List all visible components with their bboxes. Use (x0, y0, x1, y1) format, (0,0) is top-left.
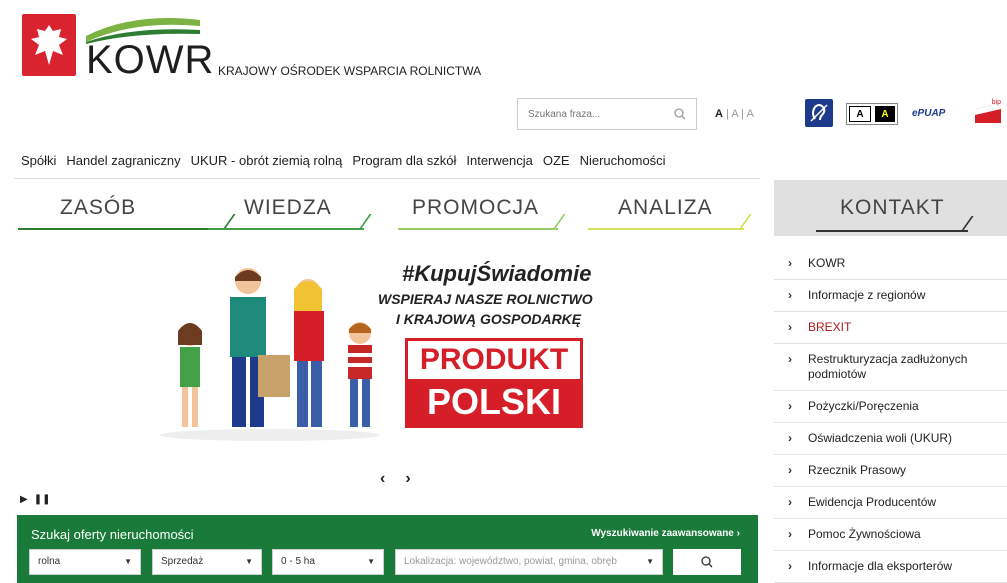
banner-line1: WSPIERAJ NASZE ROLNICTWO (378, 291, 593, 307)
contact-links-list: › KOWR › Informacje z regionów › BREXIT › Re… (774, 248, 1007, 583)
nav-interwencja[interactable]: Interwencja (466, 153, 532, 168)
sidebar-link[interactable]: › Informacje dla eksporterów (774, 551, 1007, 583)
chevron-right-icon: › (788, 352, 792, 366)
location-placeholder: Lokalizacja: województwo, powiat, gmina,… (404, 556, 617, 567)
chevron-right-icon: › (788, 320, 792, 334)
nav-handel-zagraniczny[interactable]: Handel zagraniczny (66, 153, 180, 168)
eagle-icon (31, 25, 67, 65)
tab-underline (208, 228, 364, 230)
nav-program-dla-szkol[interactable]: Program dla szkół (352, 153, 456, 168)
pause-icon[interactable]: ❚❚ (34, 494, 51, 505)
bip-label: bip (991, 99, 1001, 106)
chevron-down-icon: ▼ (124, 557, 132, 566)
tab-slash (738, 214, 752, 230)
font-size-large[interactable]: A (746, 108, 753, 120)
badge-bottom: POLSKI (408, 379, 580, 425)
chevron-down-icon: ▼ (367, 557, 375, 566)
chevron-right-icon: › (788, 399, 792, 413)
org-name: KRAJOWY OŚRODEK WSPARCIA ROLNICTWA (218, 64, 482, 78)
sidebar-link-highlighted[interactable]: › BREXIT (774, 312, 1007, 344)
top-navigation: Spółki Handel zagraniczny UKUR - obrót z… (21, 153, 666, 168)
search-icon[interactable] (674, 107, 686, 125)
nav-spolki[interactable]: Spółki (21, 153, 56, 168)
tab-analiza-label: ANALIZA (618, 196, 713, 219)
kontakt-underline (816, 230, 968, 232)
chevron-right-icon: › (736, 528, 740, 539)
property-type-value: rolna (38, 556, 61, 567)
search-icon (701, 556, 713, 568)
font-size-medium[interactable]: A (731, 108, 738, 120)
logo-text: KOWR (86, 38, 215, 82)
poland-eagle-logo[interactable] (22, 14, 76, 76)
advanced-search-label: Wyszukiwanie zaawansowane (591, 528, 734, 539)
sidebar-link[interactable]: › KOWR (774, 248, 1007, 280)
carousel-arrows: ‹ › (380, 470, 411, 488)
chevron-right-icon: › (788, 431, 792, 445)
location-select[interactable]: Lokalizacja: województwo, powiat, gmina,… (395, 549, 663, 575)
tab-zasob[interactable]: ZASÓB (18, 196, 236, 230)
tab-wiedza[interactable]: WIEDZA (208, 196, 372, 230)
carousel-controls: ▶ ❚❚ (20, 494, 50, 505)
tab-underline (588, 228, 744, 230)
tab-wiedza-label: WIEDZA (244, 196, 332, 219)
sidebar-link[interactable]: › Pożyczki/Poręczenia (774, 391, 1007, 423)
epuap-link[interactable]: ePUAP (912, 108, 945, 119)
font-size-switcher: A | A | A (715, 108, 754, 120)
bip-link[interactable]: bip (973, 99, 1003, 127)
chevron-right-icon: › (788, 463, 792, 477)
kontakt-label[interactable]: KONTAKT (840, 196, 945, 220)
sidebar-link[interactable]: › Ewidencja Producentów (774, 487, 1007, 519)
nav-oze[interactable]: OZE (543, 153, 570, 168)
property-search-title: Szukaj oferty nieruchomości (31, 527, 194, 542)
chevron-right-icon: › (788, 256, 792, 270)
sidebar-link[interactable]: › Oświadczenia woli (UKUR) (774, 423, 1007, 455)
chevron-right-icon: › (788, 288, 792, 302)
tab-promocja[interactable]: PROMOCJA (398, 196, 566, 230)
contrast-normal[interactable]: A (849, 106, 871, 122)
hearing-accessibility-icon[interactable] (805, 99, 833, 127)
chevron-down-icon: ▼ (646, 557, 654, 566)
nav-divider (14, 178, 760, 179)
play-icon[interactable]: ▶ (20, 494, 28, 505)
carousel-prev-button[interactable]: ‹ (380, 470, 385, 488)
contrast-switcher[interactable]: A A (846, 103, 898, 125)
tab-zasob-label: ZASÓB (60, 196, 137, 219)
banner-line2: I KRAJOWĄ GOSPODARKĘ (396, 311, 582, 327)
sidebar-link[interactable]: › Restrukturyzacja zadłużonych podmiotów (774, 344, 1007, 391)
property-search-panel: Szukaj oferty nieruchomości Wyszukiwanie… (17, 515, 758, 583)
chevron-right-icon: › (788, 527, 792, 541)
carousel-next-button[interactable]: › (405, 470, 410, 488)
tab-analiza[interactable]: ANALIZA (588, 196, 752, 230)
banner-hashtag: #KupujŚwiadomie (402, 261, 592, 286)
transaction-value: Sprzedaż (161, 556, 204, 567)
nav-ukur[interactable]: UKUR - obrót ziemią rolną (191, 153, 343, 168)
transaction-select[interactable]: Sprzedaż ▼ (152, 549, 262, 575)
property-search-button[interactable] (673, 549, 741, 575)
property-type-select[interactable]: rolna ▼ (29, 549, 141, 575)
sidebar-link[interactable]: › Informacje z regionów (774, 280, 1007, 312)
nav-nieruchomosci[interactable]: Nieruchomości (580, 153, 666, 168)
area-value: 0 - 5 ha (281, 556, 315, 567)
produkt-polski-badge: PRODUKT POLSKI (405, 338, 583, 428)
sidebar-link[interactable]: › Rzecznik Prasowy (774, 455, 1007, 487)
font-size-normal[interactable]: A (715, 108, 723, 120)
chevron-right-icon: › (788, 559, 792, 573)
chevron-down-icon: ▼ (245, 557, 253, 566)
area-select[interactable]: 0 - 5 ha ▼ (272, 549, 384, 575)
tab-slash (552, 214, 566, 230)
sidebar-link[interactable]: › Pomoc Żywnościowa (774, 519, 1007, 551)
tab-underline (18, 228, 224, 230)
search-input[interactable] (518, 99, 658, 129)
chevron-right-icon: › (788, 495, 792, 509)
advanced-search-link[interactable]: Wyszukiwanie zaawansowane › (591, 528, 740, 539)
badge-top: PRODUKT (408, 341, 580, 379)
contrast-high[interactable]: A (875, 106, 895, 122)
tab-underline (398, 228, 558, 230)
search-box (517, 98, 697, 130)
tab-promocja-label: PROMOCJA (412, 196, 540, 219)
